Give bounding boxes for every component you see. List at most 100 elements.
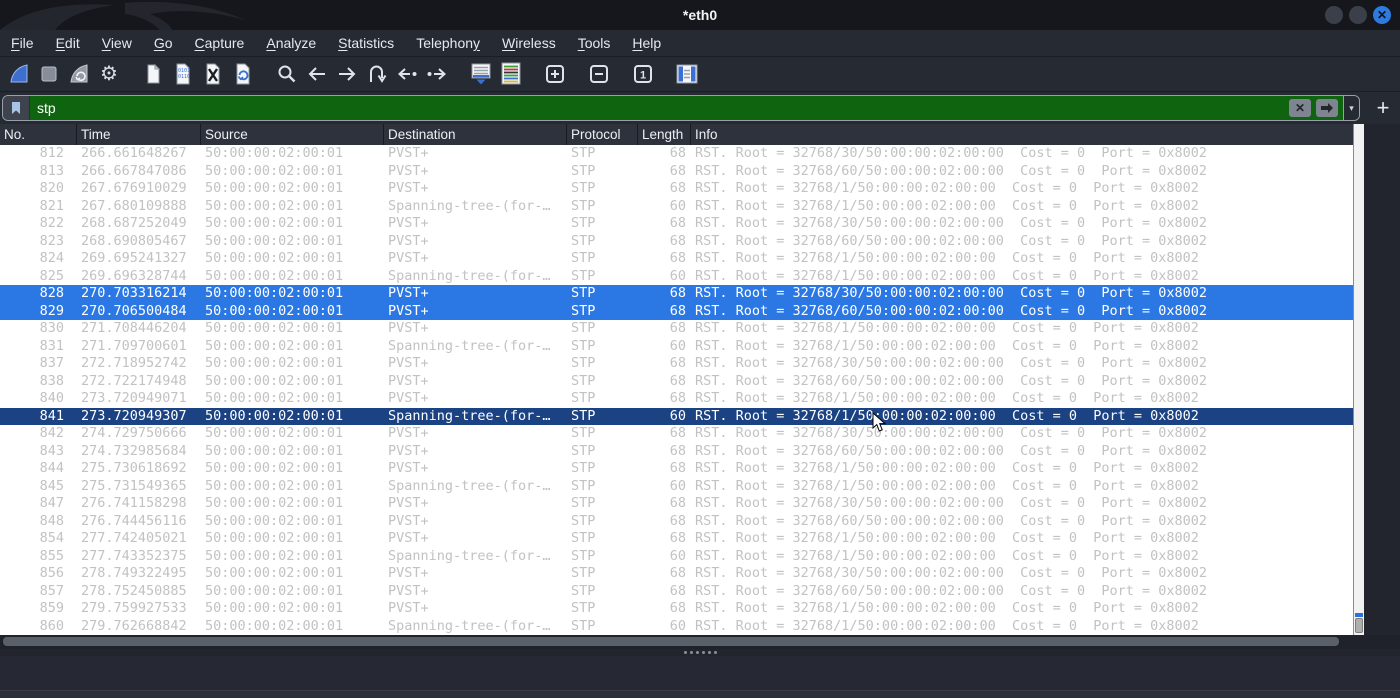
maximize-button[interactable] — [1349, 6, 1367, 24]
packet-row[interactable]: 843 274.732985684 50:00:00:02:00:01 PVST+ ST… — [0, 443, 1353, 461]
packet-row[interactable]: 829 270.706500484 50:00:00:02:00:01 PVST+ ST… — [0, 302, 1353, 320]
menu-statistics[interactable]: Statistics — [327, 35, 405, 51]
cell-info: RST. Root = 32768/30/50:00:00:02:00:00 C… — [695, 425, 1208, 441]
cell-src: 50:00:00:02:00:01 — [205, 565, 344, 581]
go-back-button[interactable] — [303, 60, 331, 88]
cell-info: RST. Root = 32768/1/50:00:00:02:00:00 Co… — [695, 180, 1199, 196]
packet-row[interactable]: 842 274.729750666 50:00:00:02:00:01 PVST+ ST… — [0, 425, 1353, 443]
packet-row[interactable]: 813 266.667847086 50:00:00:02:00:01 PVST+ ST… — [0, 163, 1353, 181]
save-file-button[interactable]: 0101 0110 — [169, 60, 197, 88]
close-button[interactable]: ✕ — [1373, 6, 1391, 24]
packet-row[interactable]: 859 279.759927533 50:00:00:02:00:01 PVST+ ST… — [0, 600, 1353, 618]
restart-capture-button[interactable] — [65, 60, 93, 88]
packet-row[interactable]: 823 268.690805467 50:00:00:02:00:01 PVST+ ST… — [0, 233, 1353, 251]
resize-columns-icon — [676, 64, 698, 84]
packet-row[interactable]: 840 273.720949071 50:00:00:02:00:01 PVST+ ST… — [0, 390, 1353, 408]
go-to-packet-button[interactable] — [363, 60, 391, 88]
packet-row[interactable]: 860 279.762668842 50:00:00:02:00:01 Spannin… — [0, 618, 1353, 636]
add-filter-button[interactable]: + — [1368, 95, 1398, 121]
cell-time: 276.741158298 — [81, 495, 187, 511]
vertical-scrollbar-thumb[interactable] — [1355, 618, 1363, 633]
cell-dst: PVST+ — [388, 600, 429, 616]
packet-row[interactable]: 820 267.676910029 50:00:00:02:00:01 PVST+ ST… — [0, 180, 1353, 198]
cell-src: 50:00:00:02:00:01 — [205, 547, 344, 564]
packet-row[interactable]: 844 275.730618692 50:00:00:02:00:01 PVST+ ST… — [0, 460, 1353, 478]
packet-row[interactable]: 857 278.752450885 50:00:00:02:00:01 PVST+ ST… — [0, 583, 1353, 601]
packet-row[interactable]: 831 271.709700601 50:00:00:02:00:01 Spannin… — [0, 338, 1353, 356]
reload-file-button[interactable] — [229, 60, 257, 88]
filter-dropdown-button[interactable]: ▾ — [1343, 96, 1359, 120]
menu-wireless[interactable]: Wireless — [491, 35, 567, 51]
zoom-out-button[interactable] — [585, 60, 613, 88]
menu-view[interactable]: View — [91, 35, 143, 51]
menu-edit[interactable]: Edit — [45, 35, 91, 51]
packet-row[interactable]: 837 272.718952742 50:00:00:02:00:01 PVST+ ST… — [0, 355, 1353, 373]
resize-columns-button[interactable] — [673, 60, 701, 88]
column-header-length[interactable]: Length — [638, 124, 691, 145]
stop-capture-button[interactable] — [35, 60, 63, 88]
plus-icon: + — [1376, 95, 1390, 120]
filter-bookmark-button[interactable] — [3, 96, 30, 120]
clear-x-icon: ✕ — [1294, 101, 1306, 115]
column-header-source[interactable]: Source — [201, 124, 384, 145]
column-header-no[interactable]: No. — [0, 124, 77, 145]
go-forward-button[interactable] — [333, 60, 361, 88]
packet-row[interactable]: 822 268.687252049 50:00:00:02:00:01 PVST+ ST… — [0, 215, 1353, 233]
packet-row[interactable]: 821 267.680109888 50:00:00:02:00:01 Spannin… — [0, 198, 1353, 216]
menu-tools[interactable]: Tools — [567, 35, 622, 51]
hook-arrow-icon — [370, 65, 387, 83]
auto-scroll-button[interactable] — [467, 60, 495, 88]
vertical-scrollbar[interactable] — [1353, 124, 1364, 635]
packet-row[interactable]: 838 272.722174948 50:00:00:02:00:01 PVST+ ST… — [0, 373, 1353, 391]
packet-row[interactable]: 848 276.744456116 50:00:00:02:00:01 PVST+ ST… — [0, 513, 1353, 531]
minimize-button[interactable] — [1325, 6, 1343, 24]
filter-clear-button[interactable]: ✕ — [1289, 99, 1311, 117]
menu-telephony[interactable]: Telephony — [405, 35, 491, 51]
cell-proto: STP — [571, 372, 596, 389]
start-capture-button[interactable] — [5, 60, 33, 88]
packet-row[interactable]: 847 276.741158298 50:00:00:02:00:01 PVST+ ST… — [0, 495, 1353, 513]
toolbar-separator — [258, 74, 272, 75]
collapsed-detail-pane — [0, 656, 1400, 690]
cell-time: 268.687252049 — [81, 215, 187, 231]
packet-row[interactable]: 824 269.695241327 50:00:00:02:00:01 PVST+ ST… — [0, 250, 1353, 268]
menu-analyze[interactable]: Analyze — [255, 35, 327, 51]
window-controls: ✕ — [1325, 6, 1391, 24]
filter-apply-button[interactable] — [1316, 99, 1338, 117]
last-packet-button[interactable] — [423, 60, 451, 88]
packet-row[interactable]: 845 275.731549365 50:00:00:02:00:01 Spannin… — [0, 478, 1353, 496]
menu-capture[interactable]: Capture — [184, 35, 256, 51]
chevron-down-icon: ▾ — [1349, 102, 1354, 113]
horizontal-scrollbar-thumb[interactable] — [3, 637, 1339, 646]
find-packet-button[interactable] — [273, 60, 301, 88]
cell-time: 277.742405021 — [81, 530, 187, 546]
close-file-button[interactable] — [199, 60, 227, 88]
pane-splitter[interactable] — [0, 649, 1400, 656]
packet-row[interactable]: 856 278.749322495 50:00:00:02:00:01 PVST+ ST… — [0, 565, 1353, 583]
column-header-destination[interactable]: Destination — [384, 124, 567, 145]
column-header-info[interactable]: Info — [691, 124, 1353, 145]
filter-input[interactable] — [30, 96, 1289, 120]
normal-size-button[interactable]: 1 — [629, 60, 657, 88]
kali-dragon-logo — [0, 1, 245, 30]
packet-row[interactable]: 830 271.708446204 50:00:00:02:00:01 PVST+ ST… — [0, 320, 1353, 338]
packet-row[interactable]: 812 266.661648267 50:00:00:02:00:01 PVST+ ST… — [0, 145, 1353, 163]
packet-row[interactable]: 854 277.742405021 50:00:00:02:00:01 PVST+ ST… — [0, 530, 1353, 548]
menu-help[interactable]: Help — [621, 35, 672, 51]
status-bar — [0, 690, 1400, 698]
packet-row[interactable]: 825 269.696328744 50:00:00:02:00:01 Spannin… — [0, 268, 1353, 286]
colorize-button[interactable] — [497, 60, 525, 88]
first-packet-button[interactable] — [393, 60, 421, 88]
menu-file[interactable]: File — [0, 35, 45, 51]
capture-options-button[interactable]: ⚙ — [95, 60, 123, 88]
open-file-button[interactable] — [139, 60, 167, 88]
column-header-protocol[interactable]: Protocol — [567, 124, 638, 145]
column-header-time[interactable]: Time — [77, 124, 201, 145]
horizontal-scrollbar[interactable] — [0, 635, 1400, 649]
packet-row[interactable]: 855 277.743352375 50:00:00:02:00:01 Spannin… — [0, 548, 1353, 566]
packet-row[interactable]: 828 270.703316214 50:00:00:02:00:01 PVST+ ST… — [0, 285, 1353, 303]
menu-go[interactable]: Go — [143, 35, 184, 51]
packet-list-zone: No. Time Source Destination Protocol Length In… — [0, 124, 1400, 635]
packet-row[interactable]: 841 273.720949307 50:00:00:02:00:01 Spannin… — [0, 407, 1353, 425]
zoom-in-button[interactable] — [541, 60, 569, 88]
